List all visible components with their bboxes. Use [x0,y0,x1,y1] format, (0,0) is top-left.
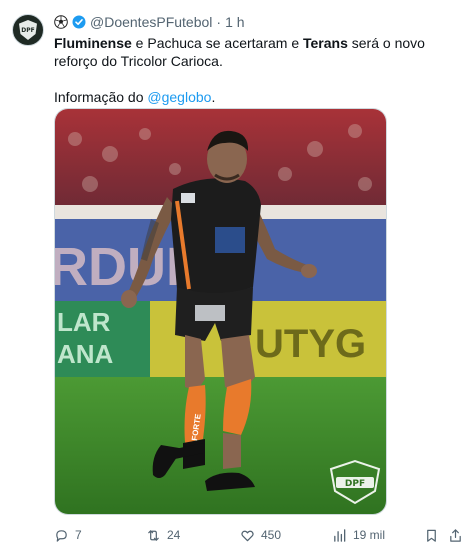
player-photo: RDUN LAR ANA UTYG FORTE DPF [55,109,386,514]
tweet-text: Fluminense e Pachuca se acertaram e Tera… [54,34,454,106]
ad-board-text: LAR [57,307,111,337]
views-chart-icon [334,528,346,542]
tweet-card[interactable]: DPF @DoentesPFutebol · 1 h Fluminense e … [0,0,468,549]
reply-count: 7 [75,528,82,542]
like-button[interactable]: 450 [240,526,281,544]
views-count: 19 mil [353,528,386,542]
club-name: Fluminense [54,35,132,51]
separator-dot: · [216,14,222,30]
retweet-button[interactable]: 24 [146,526,180,544]
tweet-actions: 7 24 450 19 mil [54,526,461,544]
share-button[interactable] [448,526,468,544]
player-name: Terans [303,35,348,51]
mention-link[interactable]: @geglobo [147,89,211,105]
avatar[interactable]: DPF [12,14,44,46]
share-icon [450,528,461,542]
like-count: 450 [261,528,282,542]
ad-board-text: ANA [57,339,114,369]
reply-icon [56,529,67,542]
bookmark-icon [427,529,436,542]
svg-text:DPF: DPF [345,479,365,489]
tweet-timestamp[interactable]: 1 h [225,14,244,30]
tweet-photo[interactable]: RDUN LAR ANA UTYG FORTE DPF [54,108,387,515]
retweet-icon [148,529,159,541]
bookmark-button[interactable] [424,526,445,544]
account-handle[interactable]: @DoentesPFutebol [90,14,212,30]
tweet-paragraph-1: Fluminense e Pachuca se acertaram e Tera… [54,35,425,69]
retweet-count: 24 [167,528,181,542]
verified-badge-icon [72,15,86,29]
reply-button[interactable]: 7 [54,526,82,544]
tweet-paragraph-2: Informação do @geglobo. [54,89,216,105]
views-button[interactable]: 19 mil [332,526,385,544]
soccer-ball-icon [54,15,68,29]
tweet-header: @DoentesPFutebol · 1 h [54,12,245,32]
ad-board-text: UTYG [255,322,366,366]
avatar-crest-icon: DPF [19,20,37,40]
heart-icon [241,530,254,541]
